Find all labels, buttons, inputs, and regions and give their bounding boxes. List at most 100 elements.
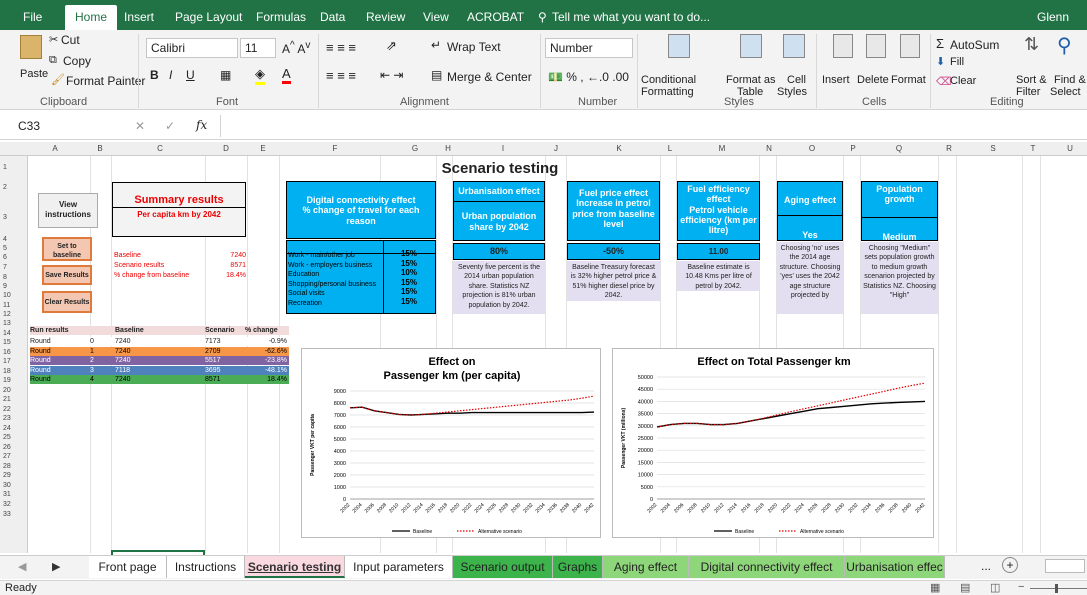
zoom-thumb[interactable]	[1055, 584, 1058, 593]
sheet-tab[interactable]: Graphs	[553, 556, 603, 578]
number-format-select[interactable]: Number	[545, 38, 633, 58]
row-header[interactable]: 18	[3, 368, 11, 375]
col-p[interactable]: P	[847, 144, 859, 153]
row-header[interactable]: 29	[3, 472, 11, 479]
row-header[interactable]: 32	[3, 501, 11, 508]
zoom-out-icon[interactable]: −	[1018, 581, 1024, 593]
format-painter-button[interactable]: Format Painter	[66, 74, 145, 88]
col-d[interactable]: D	[216, 144, 236, 153]
sheet-tab[interactable]: Scenario output	[453, 556, 553, 578]
col-o[interactable]: O	[802, 144, 822, 153]
col-b[interactable]: B	[94, 144, 106, 153]
sheet-tab[interactable]: Instructions	[167, 556, 245, 578]
page-layout-view-icon[interactable]: ▤	[960, 581, 970, 594]
zoom-slider[interactable]	[1030, 588, 1087, 589]
col-j[interactable]: J	[550, 144, 562, 153]
tab-view[interactable]: View	[423, 0, 449, 30]
align-top-icon[interactable]: ≡ ≡ ≡	[326, 40, 356, 55]
row-header[interactable]: 28	[3, 463, 11, 470]
find-select-button[interactable]: Find &	[1054, 74, 1086, 86]
cut-icon[interactable]: ✂	[49, 33, 58, 46]
wrap-text-button[interactable]: Wrap Text	[447, 40, 501, 54]
row-header[interactable]: 20	[3, 387, 11, 394]
row-header[interactable]: 17	[3, 358, 11, 365]
col-l[interactable]: L	[664, 144, 676, 153]
row-header[interactable]: 25	[3, 434, 11, 441]
sheet-tab[interactable]: Aging effect	[603, 556, 689, 578]
fuel-efficiency-value[interactable]: 11.00	[677, 243, 760, 260]
row-header[interactable]: 11	[3, 302, 10, 309]
col-k[interactable]: K	[609, 144, 629, 153]
sheet-tab[interactable]: Scenario testing	[245, 556, 345, 578]
sort-filter-icon[interactable]: ⇅	[1024, 34, 1039, 55]
fill-color-icon[interactable]: ◈	[255, 66, 265, 85]
col-m[interactable]: M	[712, 144, 732, 153]
digital-item-value[interactable]: 15%	[385, 297, 433, 307]
tab-home[interactable]: Home	[65, 5, 118, 30]
fill-icon[interactable]: ⬇	[936, 55, 945, 68]
row-header[interactable]: 27	[3, 453, 11, 460]
autosum-button[interactable]: AutoSum	[950, 38, 999, 52]
merge-center-button[interactable]: Merge & Center	[447, 70, 532, 84]
format-painter-icon[interactable]: 🖌	[51, 73, 65, 86]
tab-file[interactable]: File	[23, 0, 42, 30]
row-header[interactable]: 1	[3, 164, 7, 171]
cancel-icon[interactable]: ✕	[135, 119, 145, 133]
autosum-icon[interactable]: Σ	[936, 36, 944, 51]
row-header[interactable]: 24	[3, 425, 11, 432]
row-header[interactable]: 9	[3, 283, 7, 290]
tab-insert[interactable]: Insert	[124, 0, 154, 30]
italic-icon[interactable]: I	[169, 68, 172, 82]
font-name-select[interactable]: Calibri	[146, 38, 238, 58]
scroll-right-icon[interactable]: ▶	[52, 560, 60, 573]
row-header[interactable]: 21	[3, 396, 11, 403]
tab-data[interactable]: Data	[320, 0, 345, 30]
clear-button[interactable]: Clear	[950, 75, 976, 87]
row-header[interactable]: 2	[3, 184, 7, 191]
sheet-tab[interactable]: Urbanisation effec	[845, 556, 945, 578]
row-header[interactable]: 15	[3, 339, 11, 346]
fill-button[interactable]: Fill	[950, 56, 964, 68]
row-header[interactable]: 8	[3, 274, 7, 281]
row-header[interactable]: 3	[3, 214, 7, 221]
sheet-tab[interactable]: Digital connectivity effect	[689, 556, 845, 578]
insert-button[interactable]: Insert	[822, 74, 850, 86]
underline-icon[interactable]: U	[186, 68, 195, 82]
row-header[interactable]: 6	[3, 254, 7, 261]
sheet-tab[interactable]: Front page	[89, 556, 167, 578]
paste-button[interactable]: Paste	[20, 68, 48, 80]
row-header[interactable]: 31	[3, 491, 11, 498]
row-header[interactable]: 5	[3, 245, 7, 252]
name-box[interactable]: C33	[14, 117, 104, 137]
grow-font-icon[interactable]: A^ Av	[282, 40, 310, 56]
user-name[interactable]: Glenn Lyon	[1037, 0, 1087, 58]
row-header[interactable]: 33	[3, 511, 11, 518]
formula-input[interactable]	[220, 115, 1087, 137]
col-e[interactable]: E	[257, 144, 269, 153]
cell-styles-icon[interactable]	[783, 34, 805, 58]
sort-filter-button[interactable]: Sort &	[1016, 74, 1047, 86]
row-header[interactable]: 26	[3, 444, 11, 451]
font-size-select[interactable]: 11	[240, 38, 276, 58]
delete-button[interactable]: Delete	[857, 74, 889, 86]
col-q[interactable]: Q	[889, 144, 909, 153]
sheet-tab[interactable]: Input parameters	[345, 556, 453, 578]
indent-icon[interactable]: ⇤ ⇥	[380, 68, 403, 82]
row-header[interactable]: 13	[3, 320, 11, 327]
col-s[interactable]: S	[983, 144, 1003, 153]
tab-formulas[interactable]: Formulas	[256, 0, 306, 30]
save-results-button[interactable]: Save Results	[42, 265, 92, 285]
conditional-formatting-button[interactable]: Conditional	[641, 74, 696, 86]
delete-cells-icon[interactable]	[866, 34, 886, 58]
row-header[interactable]: 10	[3, 292, 11, 299]
horizontal-scrollbar[interactable]	[1045, 559, 1085, 573]
set-to-baseline-button[interactable]: Set to baseline	[42, 237, 92, 261]
digital-item-value[interactable]: 15%	[385, 259, 433, 269]
normal-view-icon[interactable]: ▦	[930, 581, 940, 594]
urbanisation-value[interactable]: 80%	[453, 243, 545, 260]
bold-icon[interactable]: B	[150, 68, 159, 82]
tab-acrobat[interactable]: ACROBAT	[467, 0, 524, 30]
digital-item-value[interactable]: 10%	[385, 268, 433, 278]
clear-results-button[interactable]: Clear Results	[42, 291, 92, 313]
aging-value[interactable]: Yes	[778, 215, 842, 240]
